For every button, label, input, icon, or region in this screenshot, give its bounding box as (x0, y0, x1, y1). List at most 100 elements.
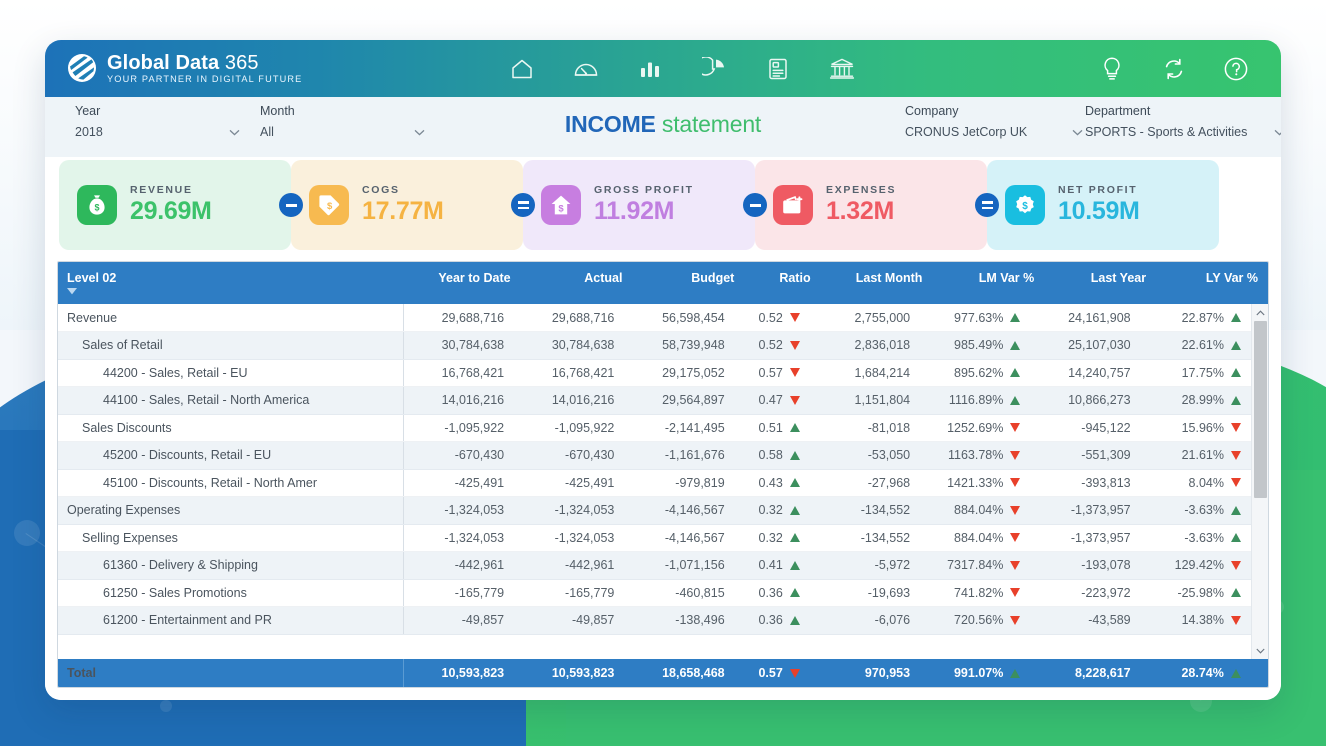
kpi-card-cogs[interactable]: $ COGS 17.77M (291, 160, 523, 250)
scrollbar-track[interactable] (1252, 321, 1269, 642)
column-header-ly-var[interactable]: LY Var % (1156, 262, 1268, 304)
kpi-card-expenses[interactable]: EXPENSES 1.32M (755, 160, 987, 250)
trend-up-icon (789, 450, 800, 460)
table-cell: -670,430 (403, 441, 515, 470)
table-cell: 0.36 (734, 606, 810, 635)
column-header-year-to-date[interactable]: Year to Date (409, 262, 521, 304)
table-cell: -1,373,957 (1030, 524, 1141, 552)
table-cell: 2,836,018 (809, 331, 921, 360)
filter-month-value: All (260, 125, 274, 139)
trend-down-icon (789, 668, 800, 678)
table-cell: -5,972 (809, 551, 921, 580)
trend-up-icon (1010, 313, 1021, 322)
row-label: Selling Expenses (58, 524, 404, 552)
kpi-card-gross-profit[interactable]: $ GROSS PROFIT 11.92M (523, 160, 755, 250)
help-icon[interactable] (1221, 54, 1251, 84)
table-row[interactable]: 61360 - Delivery & Shipping -442,961 -442,… (58, 551, 1251, 580)
table-cell: 0.47 (734, 386, 810, 415)
trend-up-icon (1231, 533, 1241, 543)
pie-chart-icon[interactable] (699, 54, 729, 84)
table-row[interactable]: 44100 - Sales, Retail - North America 14,… (58, 386, 1251, 415)
cell-value: 0.43 (758, 475, 783, 490)
cell-value: 720.56% (954, 613, 1004, 628)
cell-value: 0.47 (758, 393, 783, 408)
trend-down-icon (1010, 533, 1021, 543)
table-row[interactable]: 61200 - Entertainment and PR -49,857 -49,8… (58, 606, 1251, 635)
total-cell: 28.74% (1141, 659, 1251, 687)
bank-icon[interactable] (827, 54, 857, 84)
column-header-last-month[interactable]: Last Month (821, 262, 933, 304)
table-row[interactable]: Revenue 29,688,716 29,688,716 56,598,454 0.5… (58, 304, 1251, 332)
table-cell: 1116.89% (920, 386, 1031, 415)
table-vertical-scrollbar[interactable] (1251, 304, 1268, 659)
column-header-last-year[interactable]: Last Year (1044, 262, 1156, 304)
trend-up-icon (1230, 668, 1241, 678)
filter-year-label: Year (75, 104, 101, 118)
trend-down-icon (1010, 560, 1021, 570)
table-cell: -1,095,922 (514, 414, 625, 442)
scroll-up-icon[interactable] (1252, 304, 1269, 321)
total-cell: 10,593,823 (551, 666, 615, 680)
table-row[interactable]: Sales Discounts -1,095,922 -1,095,922 -2,14… (58, 414, 1251, 442)
table-cell: 8.04% (1140, 469, 1251, 497)
kpi-card-net-profit[interactable]: $ NET PROFIT 10.59M (987, 160, 1219, 250)
page-title-bold: INCOME (564, 111, 656, 137)
column-header-budget[interactable]: Budget (632, 262, 744, 304)
table-cell: -1,324,053 (403, 496, 515, 525)
kpi-card-revenue[interactable]: $ REVENUE 29.69M (59, 160, 291, 250)
column-header-ratio[interactable]: Ratio (744, 262, 820, 304)
svg-text:$: $ (1022, 201, 1028, 212)
table-cell: -979,819 (624, 469, 735, 497)
cell-value: 0.57 (758, 365, 783, 380)
table-cell: 720.56% (920, 606, 1031, 635)
kpi-value: 10.59M (1058, 197, 1140, 225)
column-header-lm-var[interactable]: LM Var % (932, 262, 1044, 304)
scrollbar-thumb[interactable] (1253, 321, 1267, 498)
table-row[interactable]: 45100 - Discounts, Retail - North Amer -4… (58, 469, 1251, 497)
bar-chart-icon[interactable] (635, 54, 665, 84)
brand-logo-block[interactable]: Global Data 365 YOUR PARTNER IN DIGITAL … (67, 53, 302, 84)
trend-up-icon (789, 588, 800, 598)
table-row[interactable]: Selling Expenses -1,324,053 -1,324,053 -4,1… (58, 524, 1251, 552)
table-cell: -1,161,676 (624, 441, 735, 470)
column-header-level02[interactable]: Level 02 (58, 262, 409, 304)
column-header-label: LM Var % (978, 271, 1035, 285)
refresh-icon[interactable] (1159, 54, 1189, 84)
cell-value: 0.36 (758, 585, 783, 600)
document-icon[interactable] (763, 54, 793, 84)
home-icon[interactable] (507, 54, 537, 84)
cell-value: 1421.33% (947, 475, 1004, 490)
column-header-label: Level 02 (67, 271, 117, 285)
table-row[interactable]: 45200 - Discounts, Retail - EU -670,430 -6… (58, 441, 1251, 470)
gauge-icon[interactable] (571, 54, 601, 84)
filter-year-select[interactable]: 2018 (75, 125, 240, 139)
lightbulb-icon[interactable] (1097, 54, 1127, 84)
filter-department-select[interactable]: SPORTS - Sports & Activities (1085, 125, 1281, 139)
total-cell: 10,593,823 (403, 659, 515, 687)
table-header: Level 02 Year to Date Actual Budget Rati… (58, 262, 1268, 304)
filter-month-select[interactable]: All (260, 125, 425, 139)
cell-value: 21.61% (1181, 448, 1224, 463)
table-cell: 0.58 (734, 441, 810, 470)
page-title-light: statement (661, 111, 762, 137)
table-cell: 0.43 (734, 469, 810, 497)
table-rows-host: Revenue 29,688,716 29,688,716 56,598,454 0.5… (58, 304, 1251, 659)
sort-descending-icon[interactable] (67, 288, 77, 295)
trend-down-icon (1231, 423, 1241, 433)
scroll-down-icon[interactable] (1252, 642, 1269, 659)
table-row[interactable]: Operating Expenses -1,324,053 -1,324,053 -4… (58, 496, 1251, 525)
cell-value: -3.63% (1184, 530, 1224, 545)
cell-value: 884.04% (954, 503, 1004, 518)
table-cell: 0.52 (734, 304, 810, 332)
table-row[interactable]: 61250 - Sales Promotions -165,779 -165,779… (58, 579, 1251, 607)
filter-company-select[interactable]: CRONUS JetCorp UK (905, 125, 1083, 139)
brand-tagline: YOUR PARTNER IN DIGITAL FUTURE (107, 73, 303, 84)
table-row[interactable]: 44200 - Sales, Retail - EU 16,768,421 16,7… (58, 359, 1251, 387)
table-cell: 14,016,216 (514, 386, 625, 415)
kpi-value: 1.32M (826, 197, 894, 225)
table-row[interactable]: Sales of Retail 30,784,638 30,784,638 58,73… (58, 331, 1251, 360)
table-cell: 7317.84% (920, 551, 1031, 580)
column-header-actual[interactable]: Actual (521, 262, 633, 304)
cell-value: 977.63% (954, 310, 1004, 325)
table-cell: -1,071,156 (624, 551, 735, 580)
